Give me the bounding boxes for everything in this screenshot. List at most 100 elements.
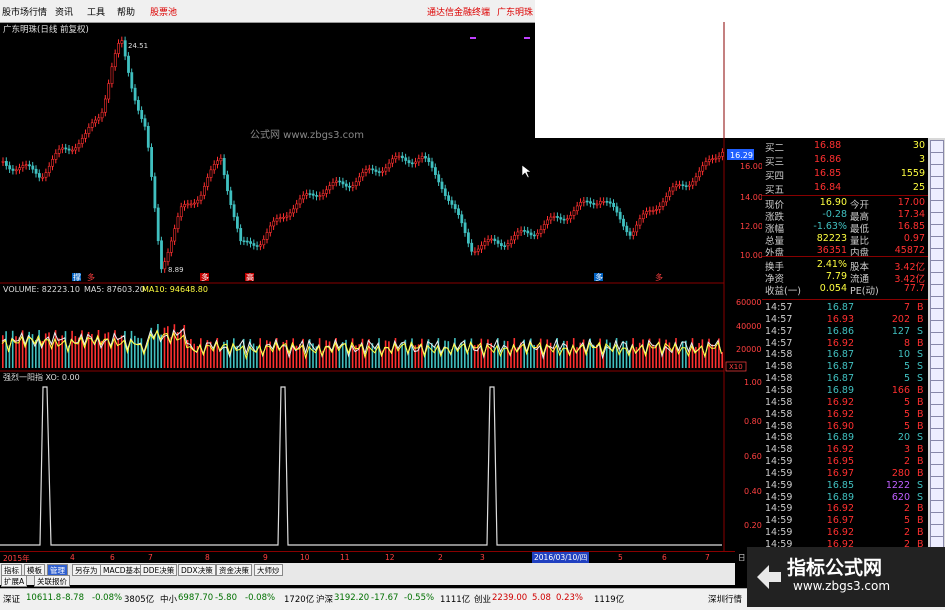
- candle: [443, 188, 447, 196]
- menu-stock-pool[interactable]: 股票池: [150, 5, 177, 18]
- index-sz-chg: -8.78: [62, 593, 84, 603]
- candle: [579, 202, 583, 207]
- bid-row: 买五 16.84 25: [762, 182, 928, 196]
- ind-tick-2: 0.80: [744, 417, 762, 426]
- candle: [457, 208, 460, 216]
- candle: [130, 72, 134, 89]
- candle: [232, 204, 236, 218]
- menu-bar: 股市场行情 资讯 工具 帮助 股票池 通达信金融终端 广东明珠: [0, 0, 535, 23]
- volume-bar: [167, 326, 169, 368]
- tab-save-as[interactable]: 另存为: [72, 564, 101, 576]
- marker-2: 多: [87, 272, 95, 282]
- volume-bar: [71, 330, 73, 368]
- candle: [292, 208, 295, 214]
- tab-dde[interactable]: DDE决策: [140, 564, 178, 576]
- candle: [285, 215, 289, 218]
- index-hs-pct: -0.55%: [404, 593, 435, 603]
- tab-macd[interactable]: MACD基本: [100, 564, 144, 576]
- candle: [549, 216, 553, 221]
- date-label: 6: [662, 553, 667, 562]
- tick-price: 16.92: [826, 408, 854, 420]
- volume-tick-20000: 20000: [736, 345, 761, 354]
- tick-side: B: [917, 302, 924, 313]
- tick-time: 14:59: [765, 515, 793, 527]
- candle: [387, 162, 391, 169]
- tick-row: 14:58 16.89 20 S: [762, 432, 928, 444]
- volume-bar: [117, 338, 120, 368]
- index-hs-name: 沪深: [316, 595, 334, 605]
- candle: [565, 218, 569, 221]
- stat-row: 现价 16.90 今开 17.00: [762, 197, 928, 211]
- candle: [671, 186, 675, 192]
- candle: [437, 174, 441, 183]
- candle: [496, 240, 500, 244]
- candle: [104, 98, 107, 113]
- tick-volume: 166: [891, 384, 910, 396]
- date-label: 6: [110, 553, 115, 562]
- candle: [193, 202, 196, 205]
- volume-bar: [368, 339, 370, 368]
- menu-news[interactable]: 资讯: [55, 5, 73, 18]
- tick-time: 14:58: [765, 432, 793, 444]
- tick-price: 16.87: [826, 349, 854, 361]
- tick-volume: 3: [903, 444, 910, 456]
- volume-bar: [513, 338, 516, 368]
- candle: [466, 232, 470, 244]
- tab-master[interactable]: 大师炒: [254, 564, 283, 576]
- candle: [628, 231, 632, 236]
- tick-volume: 20: [897, 432, 910, 444]
- tick-price: 16.92: [826, 444, 854, 456]
- stat-row: 净资 7.79 流通 3.42亿: [762, 271, 928, 285]
- tab-ddx[interactable]: DDX决策: [178, 564, 216, 576]
- candle: [54, 152, 58, 160]
- menu-terminal[interactable]: 通达信金融终端: [427, 5, 490, 18]
- candle: [239, 228, 243, 242]
- date-label: 5: [618, 553, 623, 562]
- candle: [252, 243, 256, 246]
- index-sz-pct: -0.08%: [92, 593, 123, 603]
- candle: [71, 149, 74, 152]
- candle: [688, 184, 691, 187]
- bid-price: 16.85: [814, 168, 842, 179]
- tick-side: B: [917, 396, 924, 408]
- candle: [212, 164, 216, 171]
- candle: [183, 204, 187, 208]
- tab-related-quote[interactable]: 关联报价: [34, 575, 70, 587]
- tab-fund[interactable]: 资金决策: [216, 564, 252, 576]
- menu-tools[interactable]: 工具: [87, 5, 105, 18]
- candle: [282, 216, 286, 219]
- tick-time: 14:58: [765, 396, 793, 408]
- candle: [668, 190, 672, 197]
- stat-value: 16.90: [819, 197, 847, 208]
- volume-bar: [328, 341, 331, 368]
- watermark-title: 指标公式网: [787, 557, 883, 579]
- candle: [127, 55, 130, 73]
- tick-time: 14:59: [765, 479, 793, 491]
- date-label: 7: [148, 553, 153, 562]
- mouse-cursor-icon: [521, 164, 532, 179]
- bid-volume: 1559: [900, 168, 925, 179]
- menu-market[interactable]: 股市场行情: [2, 5, 47, 18]
- candle: [268, 225, 272, 233]
- volume-bar: [454, 338, 456, 368]
- tick-price: 16.92: [826, 396, 854, 408]
- tick-price: 16.92: [826, 503, 854, 515]
- candle: [186, 203, 190, 206]
- menu-stock-name[interactable]: 广东明珠: [497, 5, 533, 18]
- candle: [150, 147, 154, 177]
- candle: [473, 250, 477, 253]
- candle: [94, 119, 97, 124]
- candle: [595, 203, 599, 206]
- menu-help[interactable]: 帮助: [117, 5, 135, 18]
- tab-extend-a[interactable]: 扩展A: [1, 575, 28, 587]
- candle: [697, 170, 701, 178]
- tick-row: 14:57 16.87 7 B: [762, 302, 928, 314]
- candle: [265, 232, 269, 240]
- k-line-chart[interactable]: 广东明珠(日线 前复权) 24.51 8.89 公式网 www.zbgs3.co…: [0, 22, 762, 551]
- tick-time: 14:58: [765, 408, 793, 420]
- candle: [499, 243, 503, 246]
- tick-time: 14:58: [765, 373, 793, 385]
- tick-volume: 10: [897, 349, 910, 361]
- volume-bar: [259, 338, 261, 368]
- candle: [569, 215, 573, 220]
